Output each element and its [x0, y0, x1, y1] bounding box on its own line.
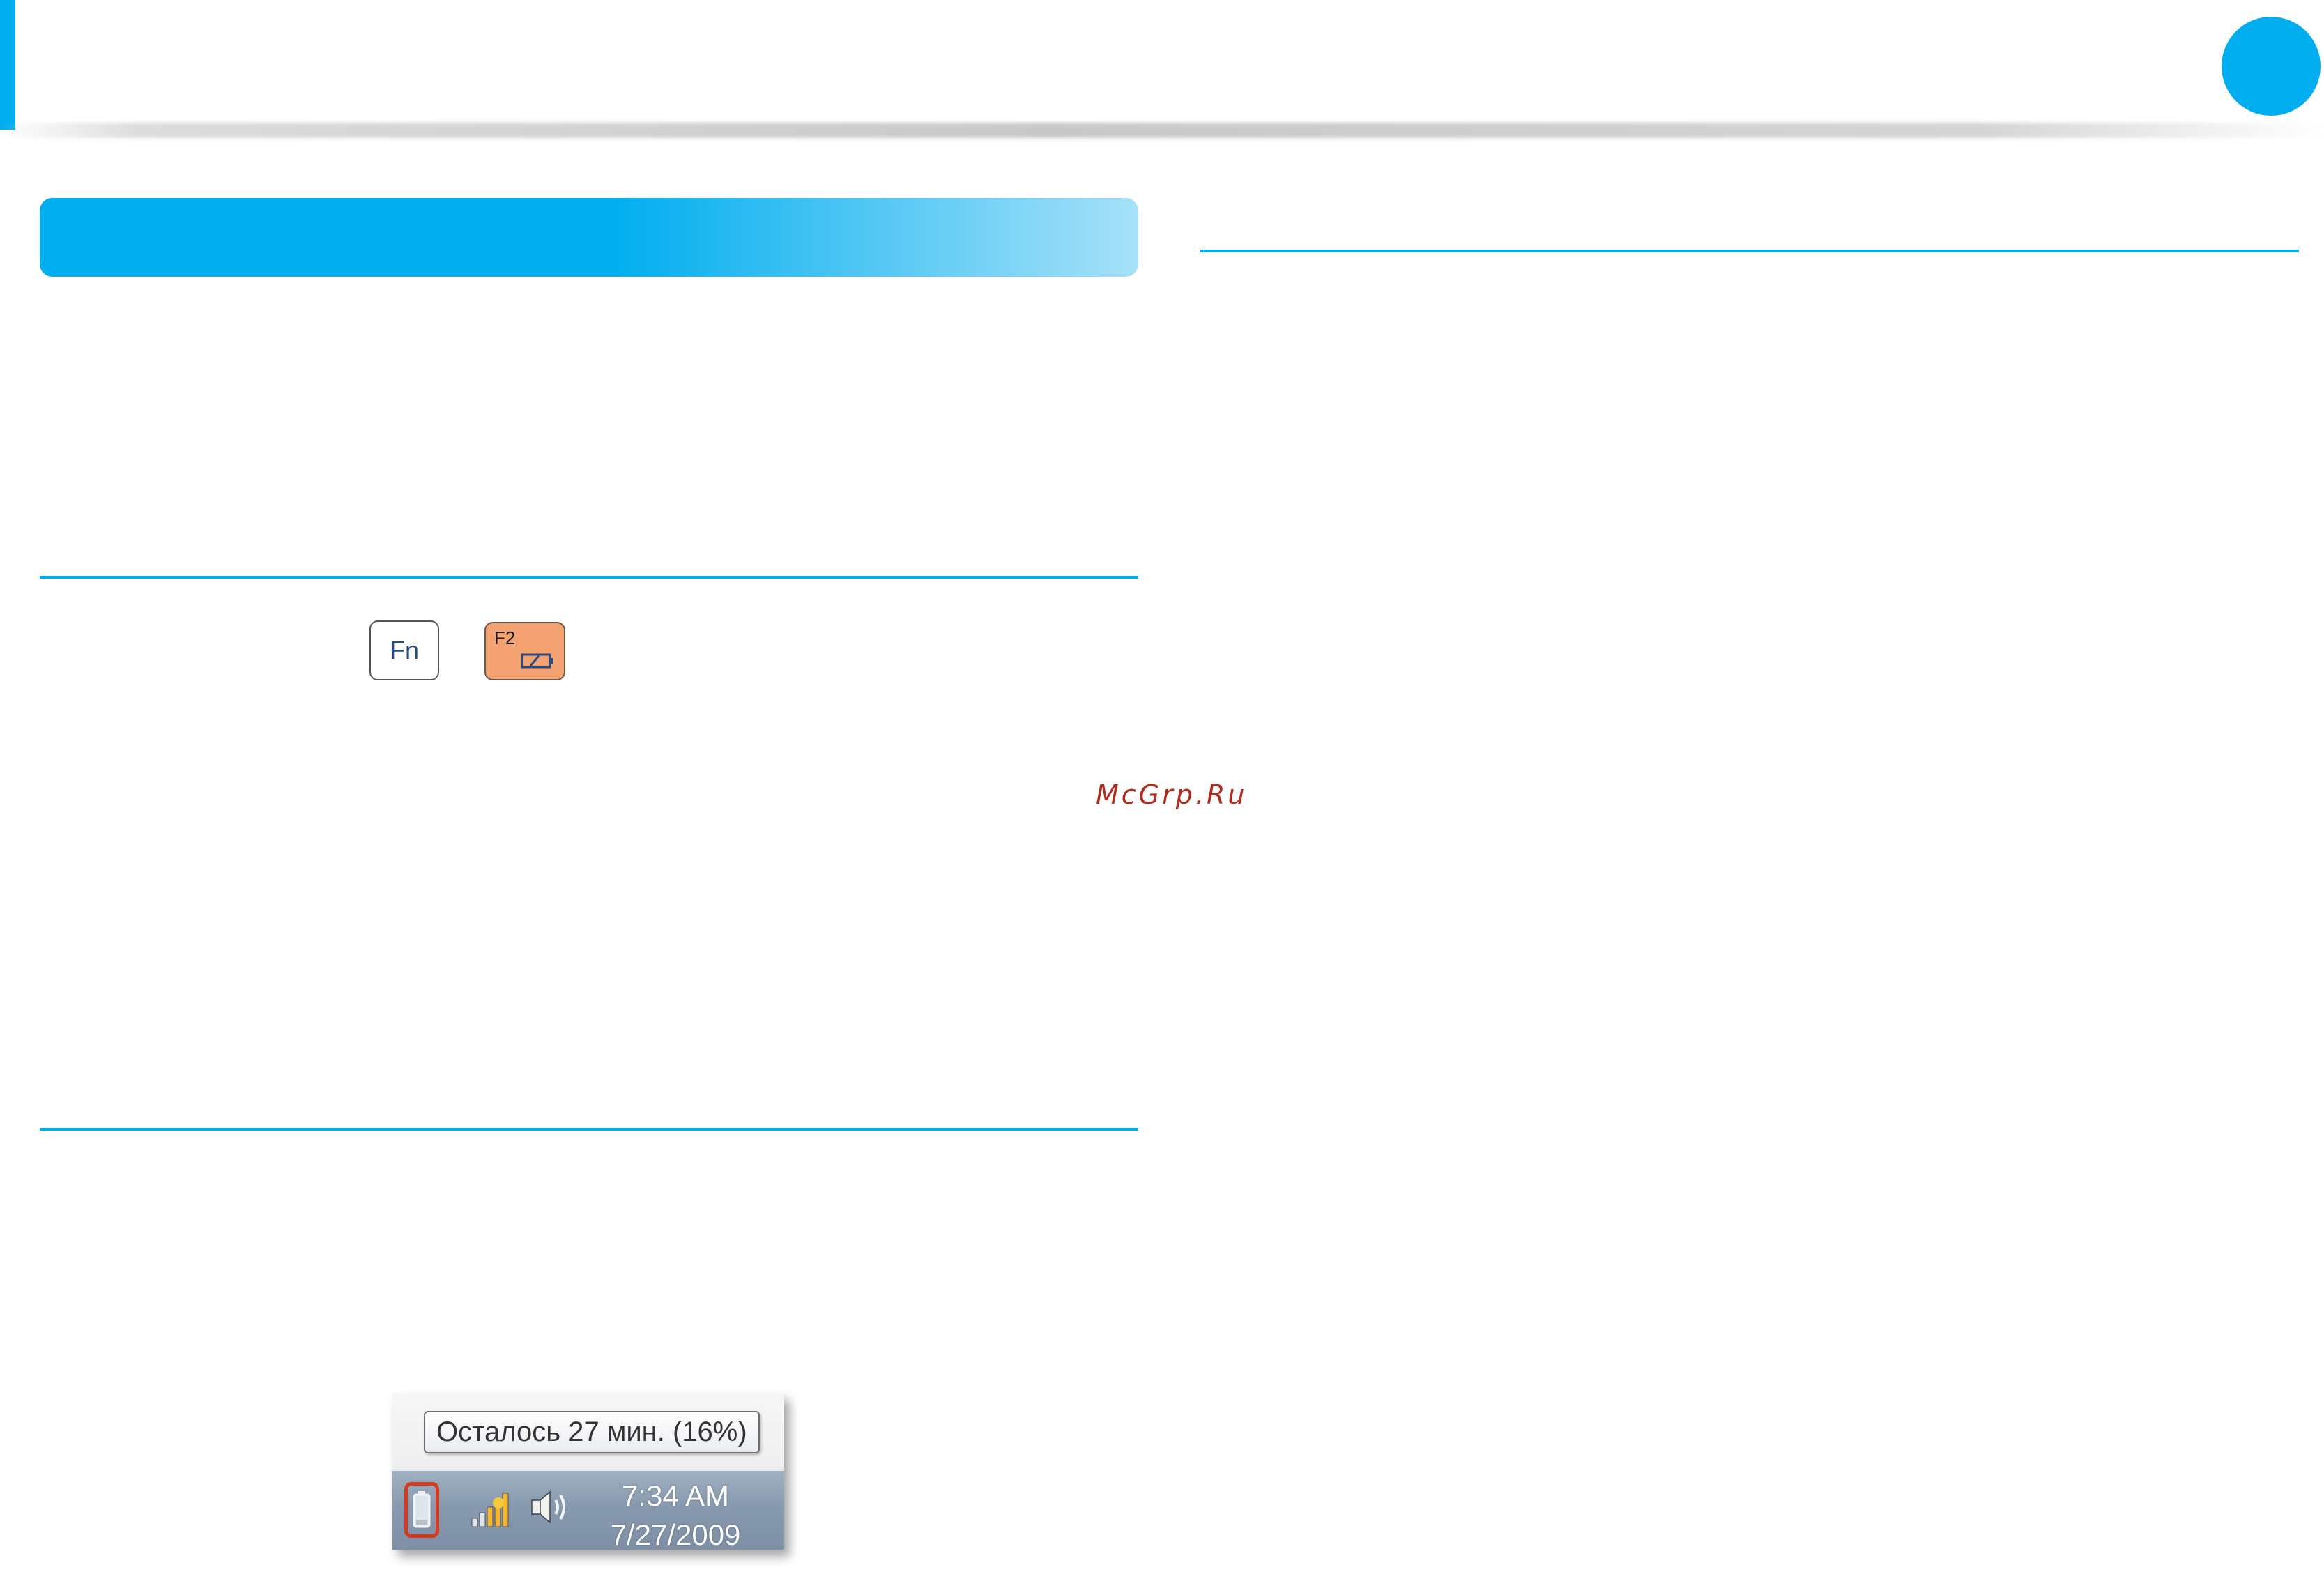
system-clock[interactable]: 7:34 AM 7/27/2009: [585, 1476, 766, 1550]
taskbar-screenshot: Осталось 27 мин. (16%) 7:34 AM 7/27/2009: [392, 1393, 784, 1550]
section-title-band: [40, 198, 1138, 277]
header-shadow: [0, 123, 2324, 138]
clock-time: 7:34 AM: [621, 1479, 730, 1512]
battery-glyph-icon: [413, 1491, 431, 1528]
chapter-badge: [2222, 17, 2321, 116]
f2-key-label: F2: [494, 627, 516, 648]
clock-date: 7/27/2009: [610, 1518, 741, 1550]
battery-tooltip: Осталось 27 мин. (16%): [424, 1411, 760, 1453]
subsection-rule-1: [40, 576, 1138, 579]
network-signal-icon[interactable]: [471, 1492, 515, 1528]
volume-icon[interactable]: [529, 1486, 572, 1528]
header-accent-bar: [0, 0, 15, 130]
battery-icon: [521, 653, 553, 669]
right-column-rule: [1200, 250, 2299, 252]
watermark: McGrp.Ru: [1096, 779, 1248, 810]
battery-icon[interactable]: [404, 1482, 439, 1538]
subsection-rule-2: [40, 1128, 1138, 1131]
fn-key: Fn: [369, 620, 439, 680]
f2-key: F2: [484, 622, 565, 680]
fn-key-label: Fn: [389, 636, 419, 664]
